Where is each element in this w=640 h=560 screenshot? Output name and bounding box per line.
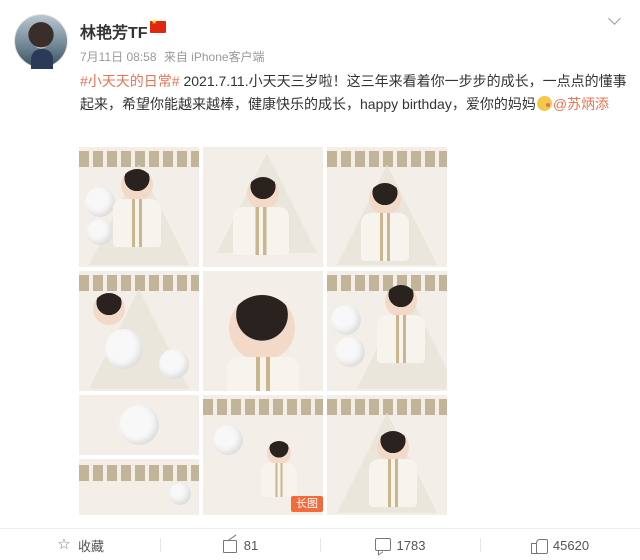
- favorite-label: 收藏: [77, 538, 104, 554]
- photo-1[interactable]: [79, 147, 199, 267]
- like-icon: [530, 537, 548, 554]
- like-count: 45620: [552, 537, 590, 553]
- photo-6[interactable]: [327, 271, 447, 391]
- share-icon: [222, 537, 238, 553]
- mention-link[interactable]: @苏炳添: [553, 96, 609, 112]
- share-count: 81: [243, 537, 259, 553]
- china-flag-icon: [150, 18, 166, 33]
- comment-icon: [374, 537, 391, 553]
- photo-7[interactable]: [79, 395, 199, 455]
- star-icon: ☆: [57, 536, 71, 553]
- long-image-badge: 长图: [291, 496, 323, 512]
- post-time[interactable]: 7月11日 08:58: [80, 50, 157, 64]
- like-button[interactable]: 45620: [480, 530, 640, 560]
- favorite-button[interactable]: ☆ 收藏: [0, 530, 160, 560]
- post-source: 来自 iPhone客户端: [163, 50, 265, 64]
- comment-count: 1783: [396, 537, 426, 553]
- share-button[interactable]: 81: [160, 530, 320, 560]
- photo-8[interactable]: [79, 459, 199, 515]
- kiss-emoji-icon: [536, 96, 552, 111]
- photo-5[interactable]: [203, 271, 323, 391]
- photo-4[interactable]: [79, 271, 199, 391]
- photo-3[interactable]: [327, 147, 447, 267]
- avatar[interactable]: [14, 14, 68, 69]
- weibo-post: 林艳芳TF 7月11日 08:58 来自 iPhone客户端 #小天天的日常# …: [0, 0, 640, 560]
- chevron-down-icon[interactable]: [608, 14, 622, 28]
- divider: [0, 528, 640, 529]
- photo-10[interactable]: [327, 395, 447, 515]
- action-bar: ☆ 收藏 81 1783 45620: [0, 530, 640, 560]
- topic-link[interactable]: #小天天的日常#: [80, 73, 180, 89]
- post-meta: 7月11日 08:58 来自 iPhone客户端: [80, 48, 269, 65]
- photo-2[interactable]: [203, 147, 323, 267]
- comment-button[interactable]: 1783: [320, 530, 480, 560]
- photo-grid: [79, 147, 447, 515]
- post-text: #小天天的日常# 2021.7.11.小天天三岁啦！这三年来看着你一步步的成长，…: [80, 70, 628, 116]
- username[interactable]: 林艳芳TF: [80, 19, 148, 43]
